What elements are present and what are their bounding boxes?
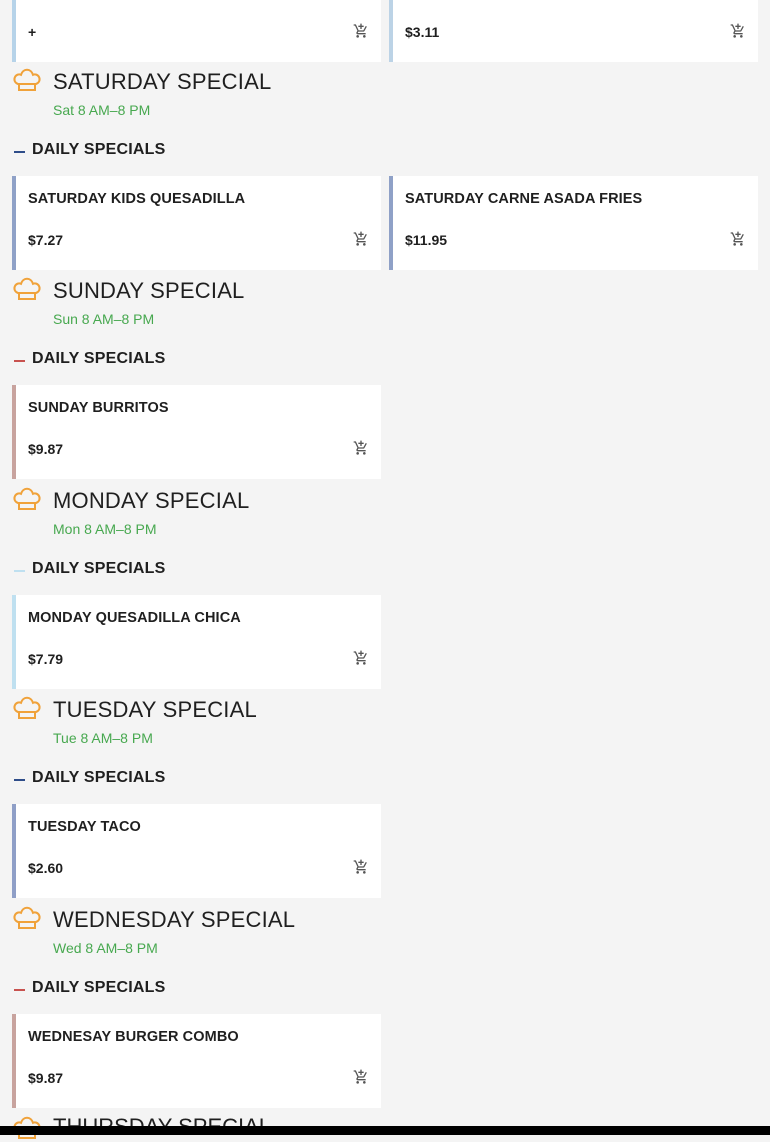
add-to-cart-icon[interactable] [353,859,369,875]
add-to-cart-icon[interactable] [353,231,369,247]
category-dash [14,779,25,781]
bottom-bar [0,1126,770,1135]
item-name: MONDAY QUESADILLA CHICA [28,610,241,626]
category-title: DAILY SPECIALS [32,979,166,996]
item-price: $7.27 [28,232,64,248]
item-name: WEDNESAY BURGER COMBO [28,1029,239,1045]
add-to-cart-icon[interactable] [353,440,369,456]
section-hours: Mon 8 AM–8 PM [53,521,157,537]
menu-item-card[interactable]: $3.11 [389,0,758,62]
menu-item-card[interactable]: + [12,0,381,62]
item-price: $2.60 [28,860,64,876]
section-title: SUNDAY SPECIAL [53,278,245,303]
section-hours: Wed 8 AM–8 PM [53,940,158,956]
add-to-cart-icon[interactable] [353,1069,369,1085]
section-hours: Tue 8 AM–8 PM [53,730,153,746]
section-hours: Sun 8 AM–8 PM [53,311,155,327]
category-title: DAILY SPECIALS [32,350,166,367]
add-to-cart-icon[interactable] [730,23,746,39]
item-price: + [28,24,37,40]
category-dash [14,360,25,362]
chef-hat-icon [12,904,42,932]
chef-hat-icon [12,485,42,513]
item-price: $9.87 [28,1070,64,1086]
item-name: SUNDAY BURRITOS [28,400,169,416]
category-title: DAILY SPECIALS [32,560,166,577]
add-to-cart-icon[interactable] [353,650,369,666]
section-hours: Sat 8 AM–8 PM [53,102,151,118]
item-price: $3.11 [405,24,440,40]
menu-item-card[interactable]: SUNDAY BURRITOS $9.87 [12,385,381,479]
menu-item-card[interactable]: WEDNESAY BURGER COMBO $9.87 [12,1014,381,1108]
section-title: WEDNESDAY SPECIAL [53,907,296,932]
category-title: DAILY SPECIALS [32,141,166,158]
menu-item-card[interactable]: TUESDAY TACO $2.60 [12,804,381,898]
item-price: $7.79 [28,651,64,667]
category-dash [14,989,25,991]
section-title: TUESDAY SPECIAL [53,697,257,722]
item-price: $9.87 [28,441,64,457]
item-price: $11.95 [405,232,448,248]
add-to-cart-icon[interactable] [353,23,369,39]
item-name: SATURDAY KIDS QUESADILLA [28,191,246,207]
chef-hat-icon [12,275,42,303]
chef-hat-icon [12,66,42,94]
menu-item-card[interactable]: MONDAY QUESADILLA CHICA $7.79 [12,595,381,689]
category-dash [14,570,25,572]
add-to-cart-icon[interactable] [730,231,746,247]
menu-item-card[interactable]: SATURDAY KIDS QUESADILLA $7.27 [12,176,381,270]
category-dash [14,151,25,153]
section-title: MONDAY SPECIAL [53,488,250,513]
section-title: SATURDAY SPECIAL [53,69,272,94]
item-name: SATURDAY CARNE ASADA FRIES [405,191,643,207]
menu-item-card[interactable]: SATURDAY CARNE ASADA FRIES $11.95 [389,176,758,270]
chef-hat-icon [12,694,42,722]
item-name: TUESDAY TACO [28,819,141,835]
category-title: DAILY SPECIALS [32,769,166,786]
